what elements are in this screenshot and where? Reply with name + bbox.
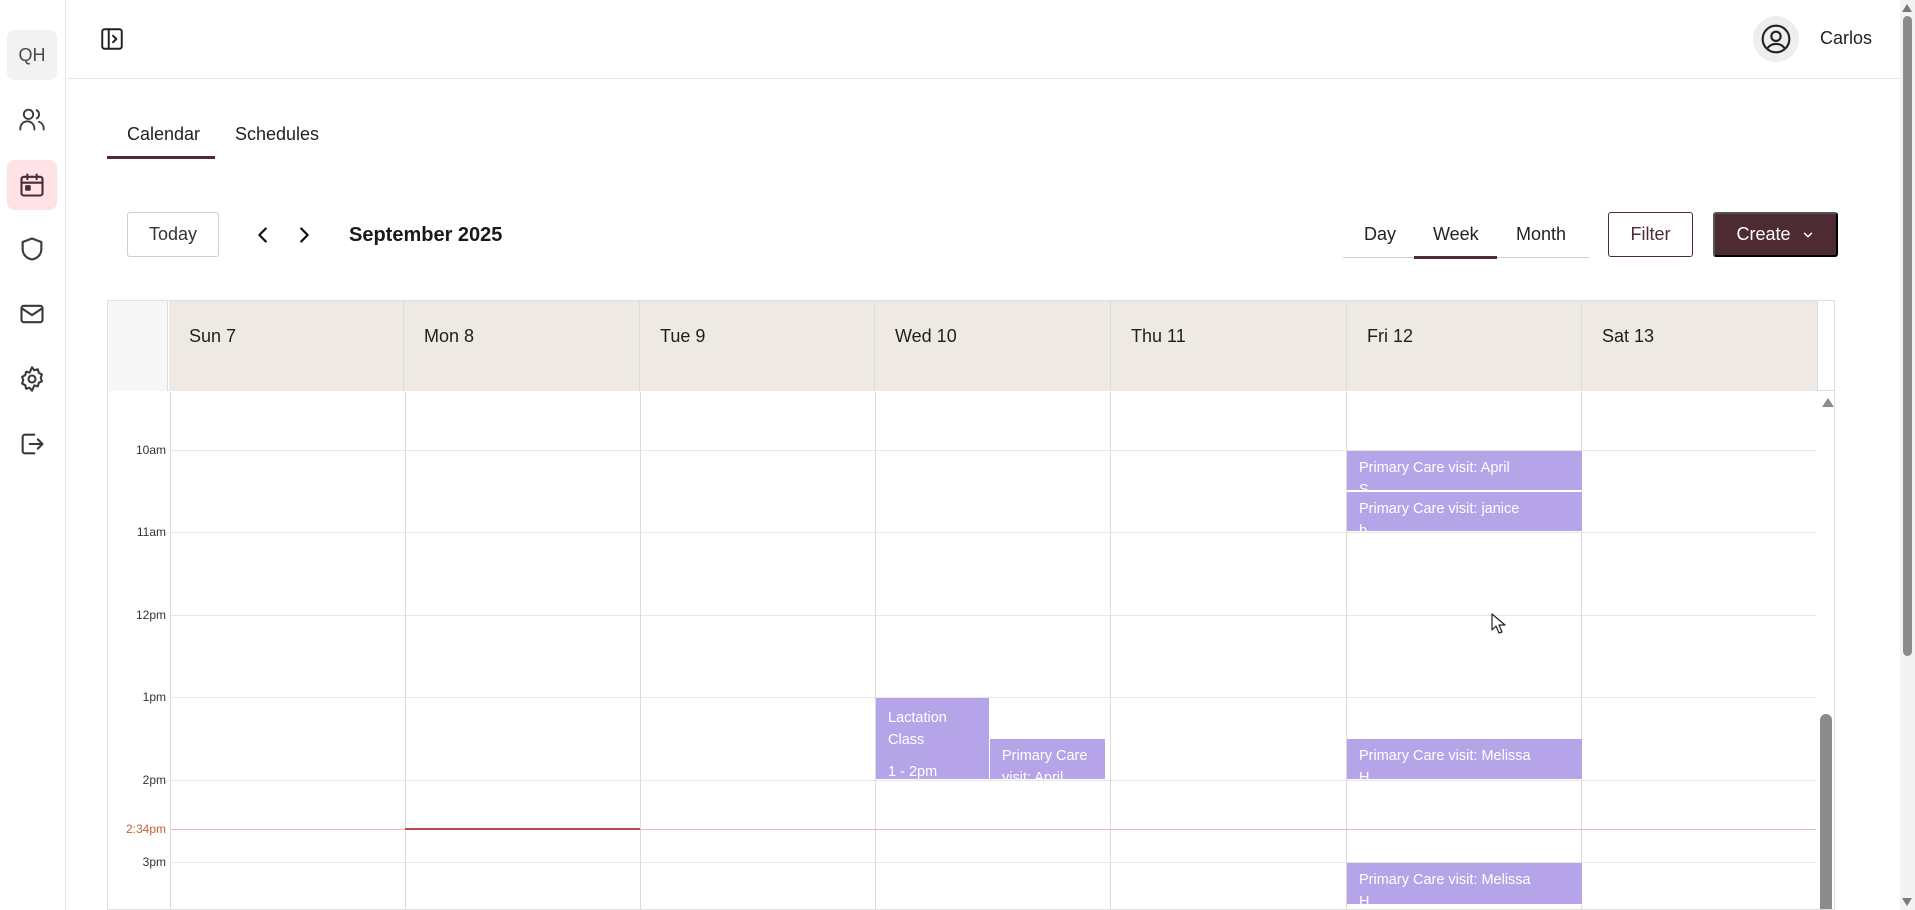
page-scroll-up-icon[interactable] (1902, 4, 1912, 12)
sidebar-item-logout[interactable] (7, 419, 57, 469)
event-detail: b (1359, 523, 1368, 532)
sidebar-item-patients[interactable] (7, 94, 57, 144)
day-header-fri[interactable]: Fri 12 (1347, 301, 1582, 391)
calendar-icon (20, 173, 44, 197)
page-scroll-down-icon[interactable] (1902, 898, 1912, 906)
hour-line (171, 697, 1816, 698)
logout-icon (21, 433, 44, 455)
sidebar-item-messages[interactable] (7, 289, 57, 339)
chevron-left-icon (258, 227, 267, 243)
week-calendar: Sun 7 Mon 8 Tue 9 Wed 10 Thu 11 Fri 12 S… (107, 300, 1835, 910)
create-button[interactable]: Create (1713, 212, 1838, 257)
view-week-tab[interactable]: Week (1433, 224, 1479, 245)
view-day-tab[interactable]: Day (1364, 224, 1396, 245)
day-label: Thu 11 (1131, 326, 1186, 346)
event-title: Lactation Class (888, 710, 947, 748)
user-circle-icon (1761, 24, 1791, 54)
filter-button[interactable]: Filter (1608, 212, 1693, 257)
event-time: 1 - 2pm (888, 764, 938, 780)
calendar-scroll-thumb[interactable] (1820, 714, 1832, 909)
day-header-wed[interactable]: Wed 10 (875, 301, 1111, 391)
time-label: 12pm (135, 608, 166, 622)
event-title: Primary Care visit: Melissa (1359, 748, 1531, 764)
hour-line (171, 615, 1816, 616)
event-title: Primary Care visit: Melissa (1359, 872, 1531, 888)
calendar-event[interactable]: Primary Care visit: Melissa H (1347, 863, 1582, 905)
calendar-event[interactable]: Primary Care visit: janice b (1347, 492, 1582, 532)
event-title: Primary Care visit: April (1359, 460, 1510, 476)
scroll-up-arrow-icon[interactable] (1822, 398, 1834, 407)
chevron-right-icon (300, 227, 309, 243)
username[interactable]: Carlos (1820, 28, 1872, 49)
chevron-down-icon (1803, 231, 1812, 238)
day-header-mon[interactable]: Mon 8 (404, 301, 640, 391)
time-grid[interactable]: 10am 11am 12pm 1pm 2pm 3pm 2:34pm Primar… (108, 392, 1834, 909)
sidebar-item-settings[interactable] (7, 354, 57, 404)
day-header-sun[interactable]: Sun 7 (169, 301, 404, 391)
sidebar-toggle-icon (101, 28, 123, 50)
event-detail: visit: April (1002, 770, 1064, 780)
calendar-event[interactable]: Lactation Class 1 - 2pm (876, 698, 989, 780)
tab-schedules[interactable]: Schedules (235, 124, 319, 145)
day-header-thu[interactable]: Thu 11 (1111, 301, 1347, 391)
day-label: Sun 7 (189, 326, 237, 346)
time-label: 1pm (142, 690, 166, 704)
time-gutter-header (108, 301, 168, 391)
tab-calendar[interactable]: Calendar (127, 124, 200, 145)
event-detail: S (1359, 482, 1369, 491)
event-title: Primary Care visit: janice (1359, 501, 1520, 517)
top-bar: Carlos (67, 0, 1900, 79)
sidebar-toggle-button[interactable] (97, 24, 127, 54)
app-logo[interactable]: QH (7, 30, 57, 80)
column-divider (640, 392, 641, 909)
column-divider (875, 392, 876, 909)
gear-icon (21, 366, 43, 392)
calendar-event[interactable]: Primary Care visit: Melissa H (1347, 739, 1582, 780)
create-button-label: Create (1736, 224, 1791, 244)
time-label: 2pm (142, 773, 166, 787)
column-divider (405, 392, 406, 909)
prev-week-button[interactable] (248, 220, 278, 250)
time-label: 10am (135, 443, 166, 457)
mouse-cursor-icon (1491, 613, 1506, 634)
next-week-button[interactable] (289, 220, 319, 250)
day-header-tue[interactable]: Tue 9 (640, 301, 875, 391)
day-label: Mon 8 (424, 326, 475, 346)
hour-line (171, 780, 1816, 781)
calendar-event[interactable]: Primary Care visit: April S (1347, 451, 1582, 491)
column-divider (170, 392, 171, 909)
shield-icon (21, 237, 43, 261)
page-scroll-thumb[interactable] (1903, 16, 1912, 656)
today-button[interactable]: Today (127, 212, 219, 257)
sidebar-item-calendar[interactable] (7, 160, 57, 210)
column-divider (1110, 392, 1111, 909)
day-label: Fri 12 (1367, 326, 1414, 346)
event-detail: H (1359, 770, 1370, 780)
avatar[interactable] (1753, 16, 1799, 62)
time-label: 3pm (142, 855, 166, 869)
calendar-event[interactable]: Primary Care visit: April (990, 739, 1105, 780)
day-label: Tue 9 (660, 326, 706, 346)
day-header-sat[interactable]: Sat 13 (1582, 301, 1818, 391)
day-label: Sat 13 (1602, 326, 1655, 346)
users-icon (19, 108, 45, 131)
current-time-label: 2:34pm (125, 822, 166, 836)
time-label: 11am (136, 525, 166, 539)
day-label: Wed 10 (895, 326, 957, 346)
day-header-row: Sun 7 Mon 8 Tue 9 Wed 10 Thu 11 Fri 12 S… (108, 301, 1834, 391)
event-title: Primary Care (1002, 748, 1088, 764)
mail-icon (20, 304, 44, 324)
hour-line (171, 532, 1816, 533)
event-detail: H (1359, 894, 1370, 905)
current-month-label: September 2025 (349, 224, 503, 246)
sidebar-item-security[interactable] (7, 224, 57, 274)
active-view-indicator (1414, 256, 1497, 259)
view-month-tab[interactable]: Month (1516, 224, 1566, 245)
current-time-marker (405, 828, 640, 830)
active-tab-indicator (107, 156, 215, 159)
sidebar: QH (0, 0, 66, 910)
